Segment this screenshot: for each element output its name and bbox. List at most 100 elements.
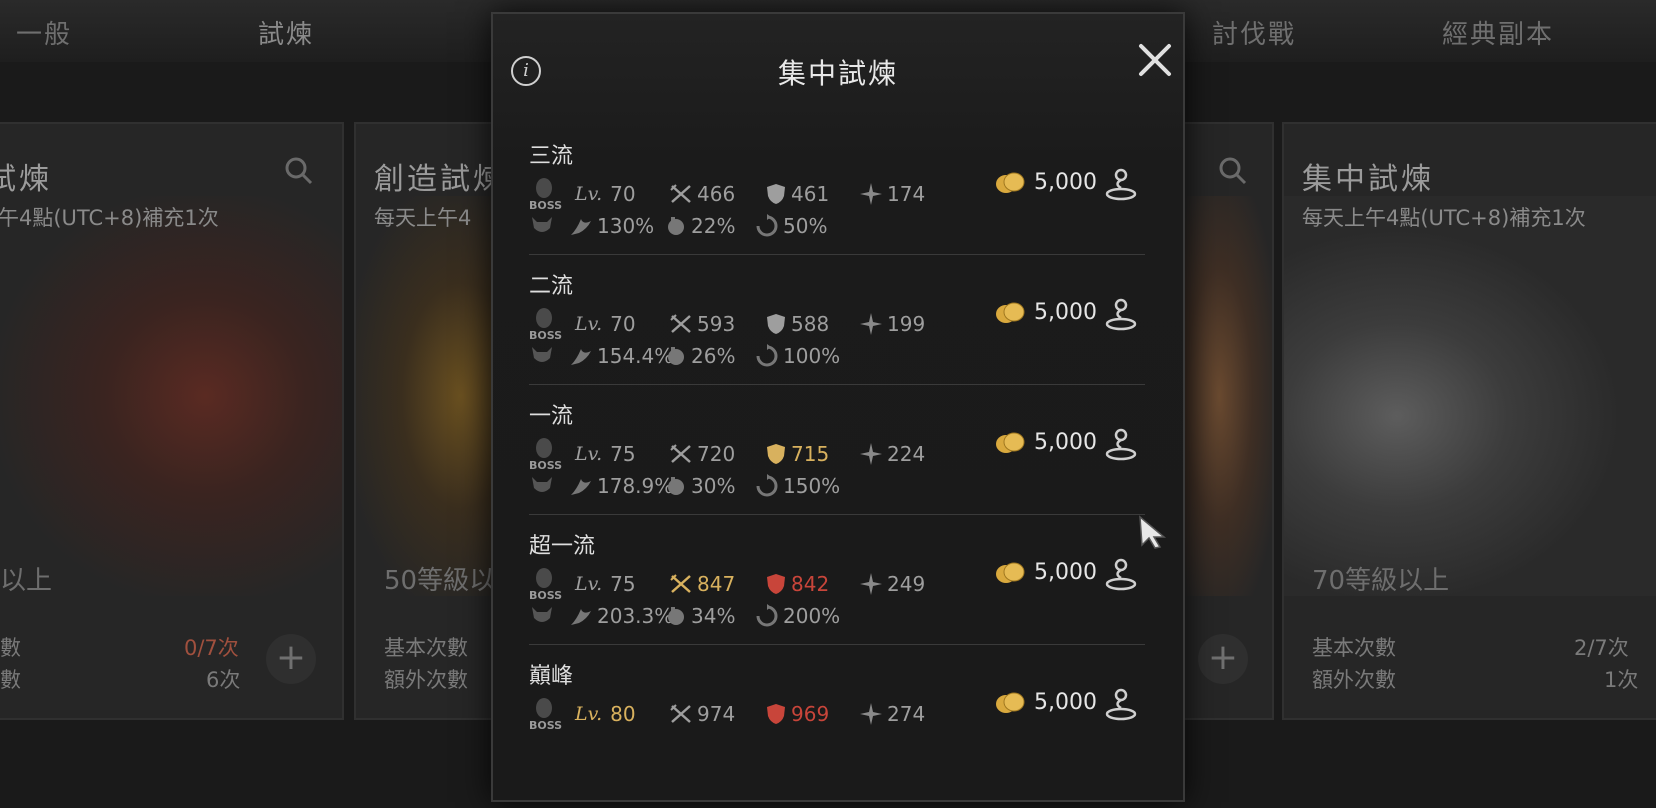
reward: 5,000 — [994, 300, 1097, 325]
reward: 5,000 — [994, 690, 1097, 715]
card-row2-label: 額外次數 — [384, 668, 468, 692]
auto-battle-icon[interactable] — [1104, 556, 1138, 592]
critical-stat: 203.3% — [569, 604, 673, 628]
card-art — [1284, 196, 1656, 596]
difficulty-row[interactable]: 一流 BOSS Lv. 75 720 715 224 178.9% 30% 150… — [529, 378, 1145, 515]
add-attempt-button[interactable]: + — [266, 634, 316, 684]
special-value: 249 — [887, 572, 926, 596]
defense-value: 715 — [791, 442, 830, 466]
boss-level: Lv. 80 — [575, 702, 636, 726]
defense-stat: 715 — [765, 442, 829, 466]
special-value: 199 — [887, 312, 926, 336]
difficulty-name: 一流 — [529, 404, 574, 429]
level-prefix: Lv. — [575, 183, 603, 205]
critical-stat: 130% — [569, 214, 654, 238]
card-level-requirement: 以上 — [0, 566, 53, 596]
focused-trial-modal: i 集中試煉 三流 BOSS Lv. 70 466 461 174 130% 22… — [491, 12, 1185, 802]
boss-icon: BOSS — [529, 696, 563, 732]
auto-battle-icon[interactable] — [1104, 166, 1138, 202]
demon-icon — [529, 214, 559, 236]
attack-value: 593 — [697, 312, 736, 336]
special-stat: 174 — [859, 182, 925, 206]
trial-card-right[interactable]: 集中試煉 每天上午4點(UTC+8)補充1次 70等級以上 基本次數 2/7次 … — [1282, 122, 1656, 720]
power-stat: 30% — [665, 474, 735, 498]
search-icon[interactable] — [1218, 156, 1248, 186]
tab-trial[interactable]: 試煉 — [258, 14, 314, 51]
auto-battle-icon[interactable] — [1104, 296, 1138, 332]
boss-level: Lv. 75 — [575, 442, 636, 466]
reward-amount: 5,000 — [1034, 300, 1097, 325]
difficulty-row[interactable]: 二流 BOSS Lv. 70 593 588 199 154.4% 26% 100… — [529, 248, 1145, 385]
difficulty-row[interactable]: 三流 BOSS Lv. 70 466 461 174 130% 22% 50% 5… — [529, 118, 1145, 255]
recovery-value: 50% — [783, 214, 828, 238]
tab-classic-dungeon[interactable]: 經典副本 — [1442, 14, 1554, 51]
attack-value: 974 — [697, 702, 736, 726]
recovery-value: 200% — [783, 604, 841, 628]
level-value: 80 — [610, 702, 636, 726]
difficulty-name: 二流 — [529, 274, 574, 299]
level-value: 75 — [610, 442, 636, 466]
level-prefix: Lv. — [575, 573, 603, 595]
reward: 5,000 — [994, 560, 1097, 585]
attack-value: 720 — [697, 442, 736, 466]
level-value: 70 — [610, 312, 636, 336]
power-stat: 34% — [665, 604, 735, 628]
level-prefix: Lv. — [575, 703, 603, 725]
search-icon[interactable] — [284, 156, 314, 186]
coin-icon — [996, 562, 1025, 583]
attack-stat: 466 — [669, 182, 735, 206]
recovery-stat: 200% — [755, 604, 840, 628]
card-art — [0, 196, 342, 596]
reward: 5,000 — [994, 170, 1097, 195]
tab-raid[interactable]: 討伐戰 — [1212, 14, 1296, 51]
coin-icon — [996, 172, 1025, 193]
card-row2-value: 1次 — [1604, 668, 1639, 692]
power-value: 22% — [691, 214, 736, 238]
difficulty-name: 巔峰 — [529, 664, 574, 689]
close-icon[interactable] — [1133, 38, 1177, 82]
special-stat: 249 — [859, 572, 925, 596]
power-value: 34% — [691, 604, 736, 628]
level-value: 75 — [610, 572, 636, 596]
defense-value: 588 — [791, 312, 830, 336]
card-level-requirement: 70等級以上 — [1312, 566, 1450, 596]
defense-stat: 461 — [765, 182, 829, 206]
boss-level: Lv. 70 — [575, 182, 636, 206]
difficulty-name: 三流 — [529, 144, 574, 169]
attack-stat: 720 — [669, 442, 735, 466]
auto-battle-icon[interactable] — [1104, 426, 1138, 462]
card-title: 試煉 — [0, 162, 52, 197]
recovery-stat: 50% — [755, 214, 827, 238]
card-row1-label: 數 — [0, 636, 21, 660]
card-subtitle: 每天上午4 — [374, 206, 472, 230]
power-value: 30% — [691, 474, 736, 498]
trial-card-left[interactable]: 試煉 午4點(UTC+8)補充1次 以上 數 0/7次 數 6次 + — [0, 122, 344, 720]
auto-battle-icon[interactable] — [1104, 686, 1138, 722]
tab-general[interactable]: 一般 — [16, 14, 72, 51]
boss-label: BOSS — [529, 459, 563, 472]
boss-label: BOSS — [529, 719, 563, 732]
recovery-value: 100% — [783, 344, 841, 368]
trial-card-partial[interactable]: + — [1182, 122, 1274, 720]
special-value: 224 — [887, 442, 926, 466]
difficulty-name: 超一流 — [529, 534, 596, 559]
boss-level: Lv. 75 — [575, 572, 636, 596]
demon-icon — [529, 344, 559, 366]
card-subtitle: 每天上午4點(UTC+8)補充1次 — [1302, 206, 1586, 230]
boss-label: BOSS — [529, 589, 563, 602]
attack-stat: 847 — [669, 572, 735, 596]
trial-card-middle[interactable]: 創造試煉 每天上午4 50等級以 基本次數 額外次數 — [354, 122, 508, 720]
defense-value: 461 — [791, 182, 830, 206]
boss-icon: BOSS — [529, 566, 563, 602]
difficulty-row[interactable]: 巔峰 BOSS Lv. 80 974 969 274 5,000 — [529, 638, 1145, 775]
add-attempt-button[interactable]: + — [1198, 634, 1248, 684]
boss-label: BOSS — [529, 329, 563, 342]
coin-icon — [996, 302, 1025, 323]
boss-level: Lv. 70 — [575, 312, 636, 336]
defense-value: 969 — [791, 702, 830, 726]
power-stat: 22% — [665, 214, 735, 238]
card-title: 創造試煉 — [374, 162, 506, 197]
difficulty-row[interactable]: 超一流 BOSS Lv. 75 847 842 249 203.3% 34% 20… — [529, 508, 1145, 645]
critical-value: 203.3% — [597, 604, 674, 628]
demon-icon — [529, 604, 559, 626]
